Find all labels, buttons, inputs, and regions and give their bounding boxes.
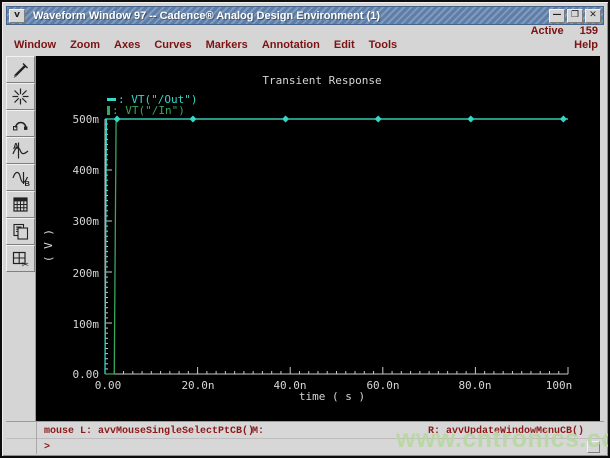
vertical-marker-a-icon: A xyxy=(11,141,30,160)
calculator-icon xyxy=(11,195,30,214)
in-line-sample-icon xyxy=(107,106,110,115)
arc-trace-icon xyxy=(11,114,30,133)
probe-pen-icon xyxy=(11,60,30,79)
tool-palette: A B ✂ xyxy=(6,56,36,421)
horizontal-marker-b-button[interactable]: B xyxy=(6,164,35,191)
mouse-left-binding: mouse L: avvMouseSingleSelectPtCB() xyxy=(44,426,255,437)
status-divider xyxy=(36,421,37,454)
x-tick-label: 80.0n xyxy=(458,379,492,392)
y-axis-label: ( V ) xyxy=(42,228,56,263)
window-title: Waveform Window 97 -- Cadence® Analog De… xyxy=(33,9,381,22)
legend: : VT("/Out") : VT("/In") xyxy=(107,94,197,116)
subwindow-cut-button[interactable]: ✂ xyxy=(6,245,35,272)
vertical-marker-a-button[interactable]: A xyxy=(6,137,35,164)
waveform-window: v Waveform Window 97 -- Cadence® Analog … xyxy=(0,0,610,458)
copy-window-button[interactable] xyxy=(6,218,35,245)
active-label: Active xyxy=(530,25,564,37)
menu-edit[interactable]: Edit xyxy=(334,39,355,54)
x-tick-label: 20.0n xyxy=(181,379,215,392)
plot-title: Transient Response xyxy=(262,74,382,87)
y-tick-label: 200m xyxy=(72,267,100,280)
maximize-button[interactable]: ❐ xyxy=(567,8,583,23)
menu-bar: Window Zoom Axes Curves Markers Annotati… xyxy=(14,39,598,54)
x-tick-label: 40.0n xyxy=(273,379,307,392)
menu-window[interactable]: Window xyxy=(14,39,56,54)
probe-pen-button[interactable] xyxy=(6,56,35,83)
menu-tools[interactable]: Tools xyxy=(369,39,398,54)
close-button[interactable]: ✕ xyxy=(585,8,601,23)
out-line-sample-icon xyxy=(107,98,116,101)
legend-item-in[interactable]: : VT("/In") xyxy=(107,105,197,116)
x-tick-label: 60.0n xyxy=(366,379,400,392)
starburst-zoom-icon xyxy=(11,87,30,106)
y-tick-label: 100m xyxy=(72,318,100,331)
menu-axes[interactable]: Axes xyxy=(114,39,140,54)
x-tick-label: 0.00 xyxy=(94,379,122,392)
horizontal-marker-b-icon: B xyxy=(11,168,30,187)
arc-trace-button[interactable] xyxy=(6,110,35,137)
svg-text:✂: ✂ xyxy=(22,260,30,269)
y-tick-label: 0.00 xyxy=(72,368,100,381)
maximize-icon: ❐ xyxy=(570,10,580,20)
x-axis-label: time ( s ) xyxy=(298,390,366,403)
legend-in-text: : VT("/In") xyxy=(112,104,185,117)
svg-text:B: B xyxy=(25,179,31,187)
mouse-middle-binding: M: xyxy=(252,426,265,437)
menu-annotation[interactable]: Annotation xyxy=(262,39,320,54)
starburst-zoom-button[interactable] xyxy=(6,83,35,110)
y-tick-label: 500m xyxy=(72,113,100,126)
window-menu-icon: v xyxy=(14,10,20,20)
watermark-text: www.cntronics.com xyxy=(396,425,608,453)
menu-markers[interactable]: Markers xyxy=(206,39,248,54)
calculator-button[interactable] xyxy=(6,191,35,218)
window-menu-button[interactable]: v xyxy=(9,8,25,23)
close-icon: ✕ xyxy=(589,10,597,20)
copy-window-icon xyxy=(11,222,30,241)
minimize-icon: — xyxy=(552,10,562,20)
y-tick-label: 300m xyxy=(72,215,100,228)
menu-curves[interactable]: Curves xyxy=(154,39,191,54)
active-status: Active 159 xyxy=(531,25,598,38)
menu-zoom[interactable]: Zoom xyxy=(70,39,100,54)
y-tick-label: 400m xyxy=(72,164,100,177)
menu-help[interactable]: Help xyxy=(574,39,598,54)
active-count: 159 xyxy=(579,25,598,37)
subwindow-cut-icon: ✂ xyxy=(11,249,30,268)
x-tick-label: 100n xyxy=(545,379,573,392)
title-bar[interactable]: v Waveform Window 97 -- Cadence® Analog … xyxy=(6,6,604,25)
prompt-symbol: > xyxy=(44,442,51,453)
minimize-button[interactable]: — xyxy=(549,8,565,23)
